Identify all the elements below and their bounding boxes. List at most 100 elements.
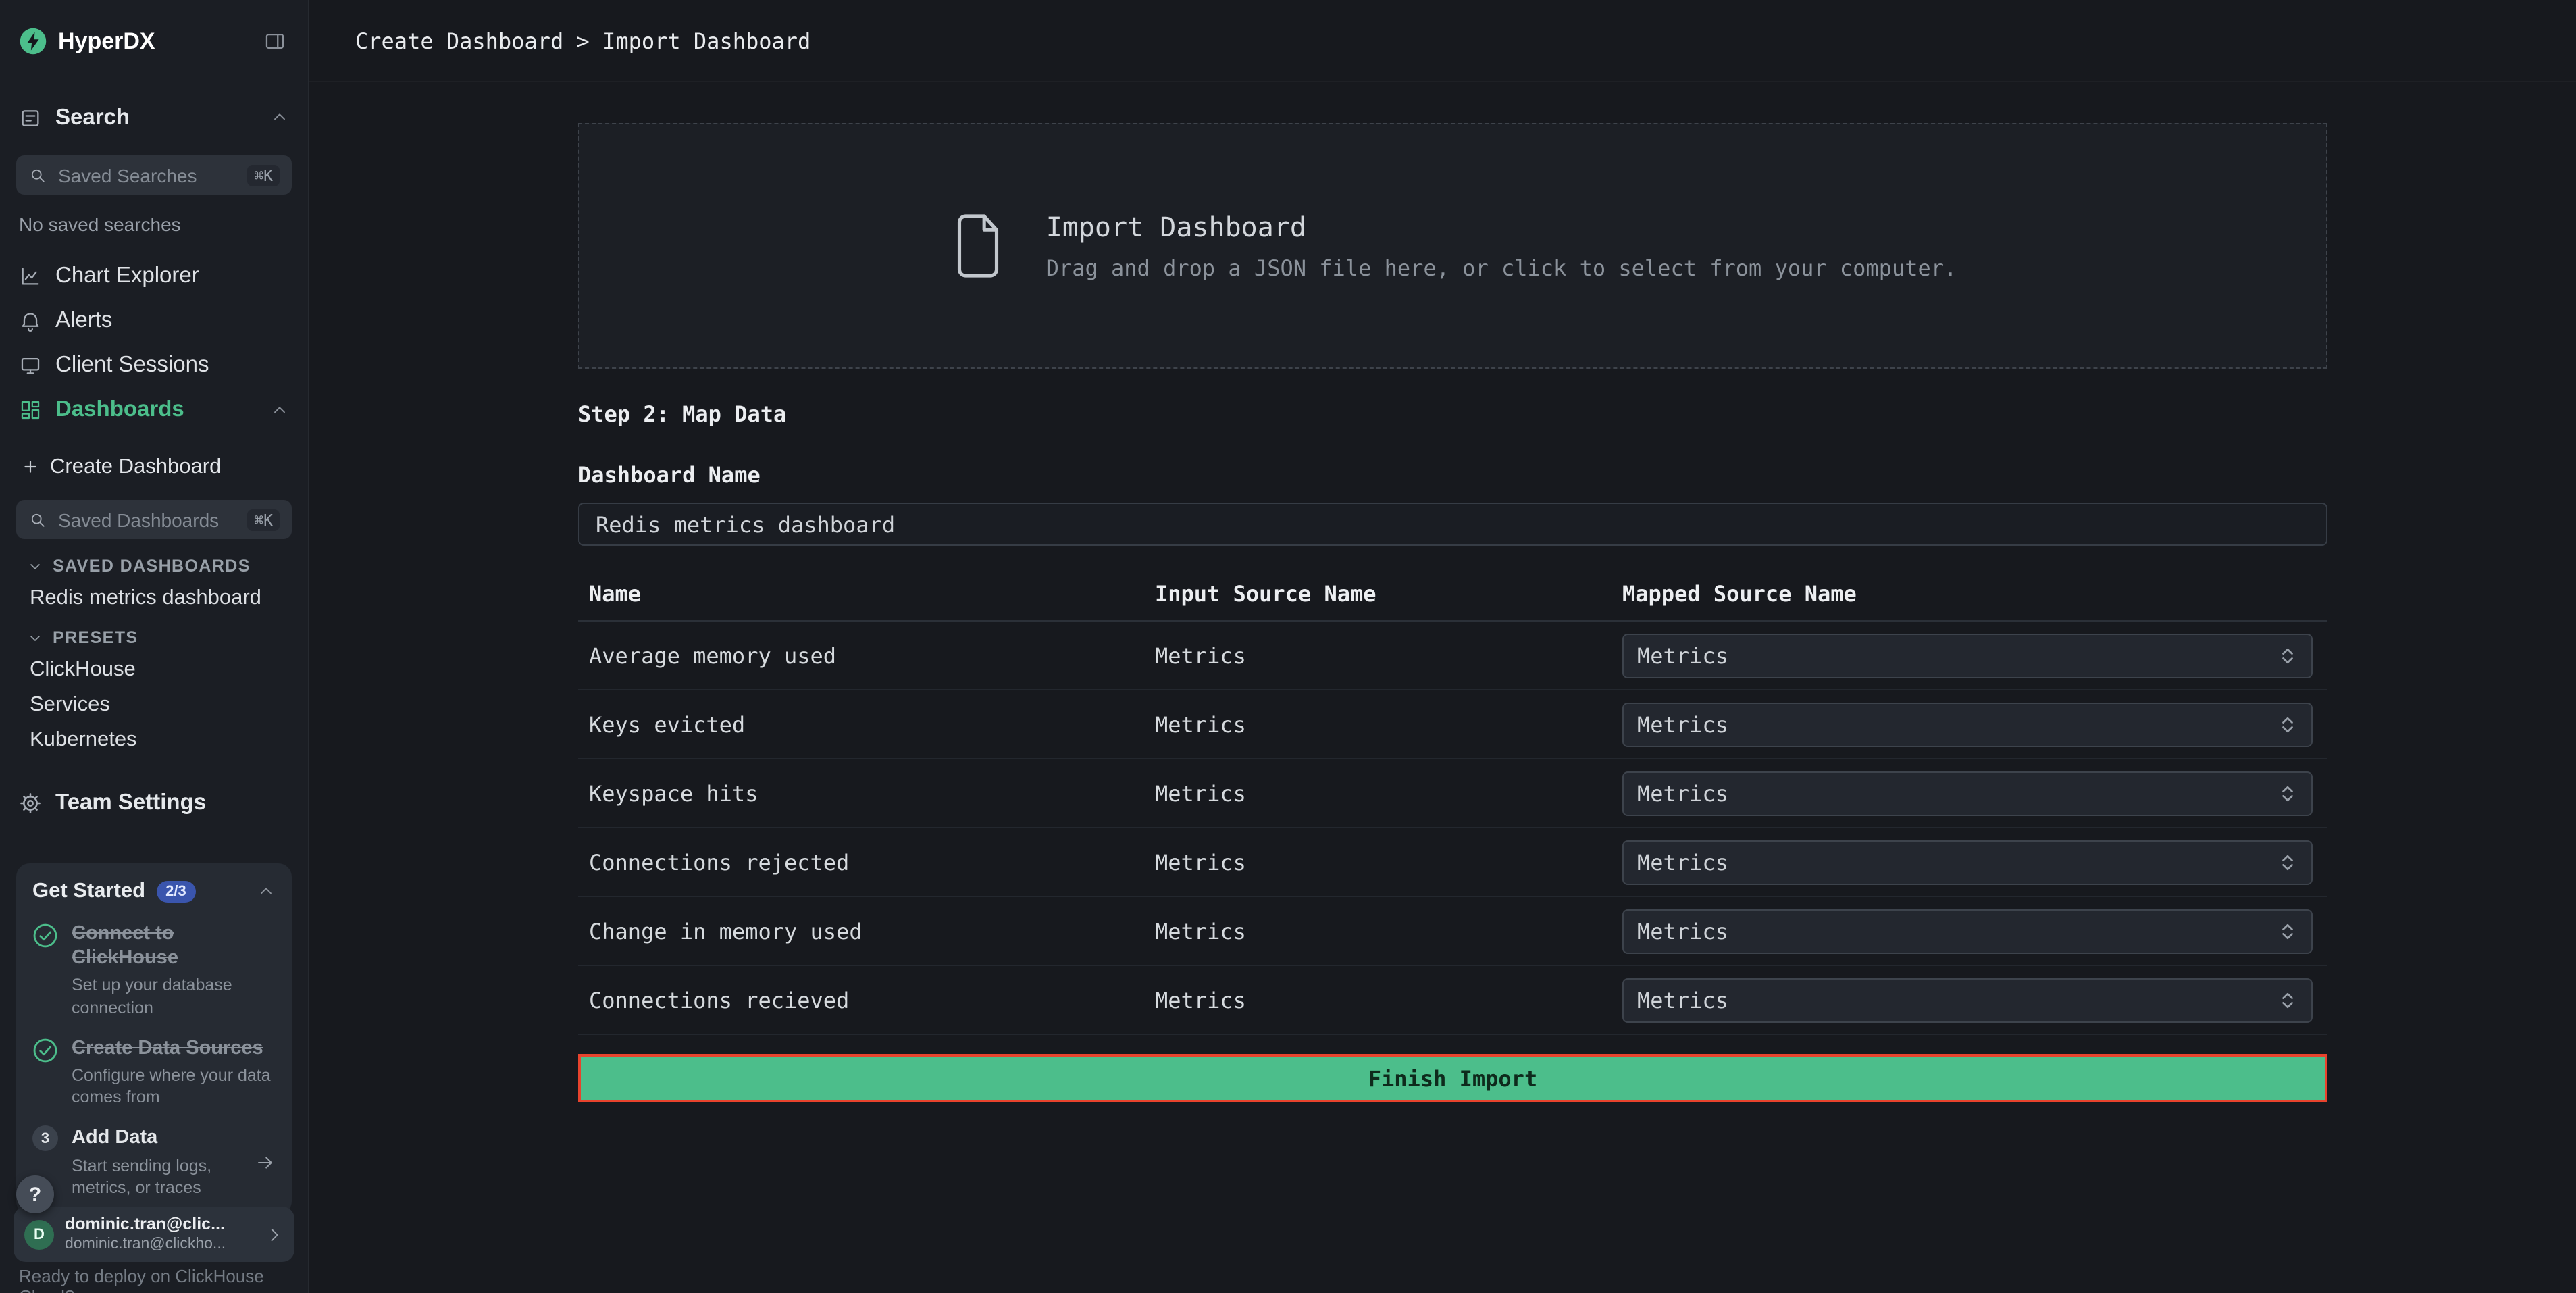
- mapped-source-select[interactable]: Metrics: [1622, 909, 2313, 953]
- row-input-source: Metrics: [1155, 780, 1622, 806]
- presets-header[interactable]: PRESETS: [0, 623, 308, 653]
- mapped-source-select[interactable]: Metrics: [1622, 702, 2313, 746]
- mapped-source-select[interactable]: Metrics: [1622, 771, 2313, 815]
- dropzone-title: Import Dashboard: [1046, 211, 1957, 243]
- finish-import-button[interactable]: Finish Import: [578, 1054, 2327, 1102]
- step-heading: Step 2: Map Data: [578, 401, 2327, 427]
- saved-searches-input[interactable]: Saved Searches ⌘K: [16, 155, 292, 195]
- dashboard-name-label: Dashboard Name: [578, 462, 2327, 488]
- chevron-up-icon: [270, 401, 289, 420]
- row-name: Keys evicted: [589, 711, 1155, 737]
- chart-icon: [19, 265, 42, 288]
- row-name: Keyspace hits: [589, 780, 1155, 806]
- step-title: Connect to ClickHouse: [72, 923, 178, 969]
- check-circle-icon: [32, 1038, 58, 1063]
- sidebar-item-alerts[interactable]: Alerts: [0, 299, 308, 343]
- no-saved-searches-text: No saved searches: [19, 213, 289, 235]
- dashboard-grid-icon: [19, 399, 42, 422]
- sidebar-item-dashboards[interactable]: Dashboards: [0, 388, 308, 432]
- column-header-name: Name: [589, 581, 1155, 607]
- chevron-down-icon: [27, 630, 43, 646]
- preset-item-services[interactable]: Services: [0, 688, 308, 723]
- shortcut-badge: ⌘K: [247, 509, 280, 530]
- row-name: Average memory used: [589, 642, 1155, 668]
- saved-dashboard-item[interactable]: Redis metrics dashboard: [0, 581, 308, 616]
- get-started-step-sources[interactable]: Create Data Sources Configure where your…: [32, 1036, 276, 1109]
- select-arrows-icon: [2277, 645, 2298, 665]
- app-logo[interactable]: HyperDX: [19, 27, 155, 55]
- step-description: Set up your database connection: [72, 975, 276, 1019]
- breadcrumb: Create Dashboard > Import Dashboard: [309, 0, 2576, 82]
- sidebar-item-client-sessions[interactable]: Client Sessions: [0, 343, 308, 388]
- sidebar-nav: Chart Explorer Alerts Client Sessions Da…: [0, 254, 308, 432]
- mapped-source-select[interactable]: Metrics: [1622, 840, 2313, 884]
- selected-option-label: Metrics: [1637, 780, 1728, 806]
- nav-label: Alerts: [55, 308, 112, 334]
- dropzone-subtitle: Drag and drop a JSON file here, or click…: [1046, 255, 1957, 281]
- selected-option-label: Metrics: [1637, 711, 1728, 737]
- saved-dashboards-input[interactable]: Saved Dashboards ⌘K: [16, 500, 292, 539]
- user-menu[interactable]: D dominic.tran@clic... dominic.tran@clic…: [14, 1207, 294, 1262]
- mapped-source-select[interactable]: Metrics: [1622, 633, 2313, 678]
- table-row: Connections recieved Metrics Metrics: [578, 966, 2327, 1035]
- table-row: Keys evicted Metrics Metrics: [578, 690, 2327, 759]
- table-row: Average memory used Metrics Metrics: [578, 622, 2327, 690]
- get-started-card: Get Started 2/3 Connect to ClickHouse Se…: [16, 863, 292, 1215]
- chevron-up-icon: [270, 108, 289, 127]
- preset-item-kubernetes[interactable]: Kubernetes: [0, 723, 308, 758]
- select-arrows-icon: [2277, 990, 2298, 1010]
- mapping-table: Name Input Source Name Mapped Source Nam…: [578, 567, 2327, 1035]
- row-input-source: Metrics: [1155, 987, 1622, 1013]
- main-area: Create Dashboard > Import Dashboard Impo…: [309, 0, 2576, 1293]
- create-dashboard-button[interactable]: Create Dashboard: [0, 445, 308, 489]
- table-header: Name Input Source Name Mapped Source Nam…: [578, 567, 2327, 622]
- row-name: Change in memory used: [589, 918, 1155, 944]
- row-input-source: Metrics: [1155, 711, 1622, 737]
- dashboard-name-input[interactable]: Redis metrics dashboard: [578, 503, 2327, 546]
- team-settings-label: Team Settings: [55, 790, 206, 815]
- selected-option-label: Metrics: [1637, 987, 1728, 1013]
- sidebar-header: HyperDX: [0, 0, 308, 82]
- saved-dashboards-header-label: SAVED DASHBOARDS: [53, 557, 251, 576]
- arrow-right-icon: [255, 1152, 276, 1172]
- collapse-sidebar-icon[interactable]: [261, 27, 289, 55]
- select-arrows-icon: [2277, 921, 2298, 941]
- step-title: Add Data: [72, 1127, 157, 1149]
- sidebar-item-chart-explorer[interactable]: Chart Explorer: [0, 254, 308, 299]
- help-button[interactable]: ?: [16, 1175, 54, 1213]
- nav-label: Dashboards: [55, 397, 184, 423]
- plus-icon: [22, 458, 39, 476]
- progress-badge: 2/3: [156, 881, 196, 903]
- select-arrows-icon: [2277, 852, 2298, 872]
- table-row: Keyspace hits Metrics Metrics: [578, 759, 2327, 828]
- search-section-icon: [19, 106, 42, 129]
- column-header-mapped-source: Mapped Source Name: [1622, 581, 2327, 607]
- row-name: Connections recieved: [589, 987, 1155, 1013]
- row-name: Connections rejected: [589, 849, 1155, 875]
- file-icon: [949, 209, 1008, 282]
- bell-icon: [19, 309, 42, 332]
- row-input-source: Metrics: [1155, 918, 1622, 944]
- step-number-badge: 3: [32, 1126, 58, 1152]
- preset-item-clickhouse[interactable]: ClickHouse: [0, 653, 308, 688]
- import-dropzone[interactable]: Import Dashboard Drag and drop a JSON fi…: [578, 123, 2327, 369]
- get-started-step-add-data[interactable]: 3 Add Data Start sending logs, metrics, …: [32, 1126, 276, 1198]
- row-input-source: Metrics: [1155, 849, 1622, 875]
- saved-dashboards-header[interactable]: SAVED DASHBOARDS: [0, 551, 308, 581]
- mapped-source-select[interactable]: Metrics: [1622, 978, 2313, 1022]
- hyperdx-logo-icon: [19, 27, 47, 55]
- breadcrumb-text: Create Dashboard > Import Dashboard: [355, 28, 810, 53]
- shortcut-badge: ⌘K: [247, 164, 280, 186]
- chevron-right-icon: [265, 1225, 284, 1244]
- search-icon: [28, 510, 47, 529]
- select-arrows-icon: [2277, 783, 2298, 803]
- get-started-header[interactable]: Get Started 2/3: [32, 880, 276, 904]
- cloud-teaser-text: Ready to deploy on ClickHouse Cloud?: [19, 1266, 276, 1293]
- team-settings-button[interactable]: Team Settings: [0, 776, 308, 830]
- step-description: Configure where your data comes from: [72, 1065, 276, 1109]
- row-input-source: Metrics: [1155, 642, 1622, 668]
- selected-option-label: Metrics: [1637, 918, 1728, 944]
- column-header-input-source: Input Source Name: [1155, 581, 1622, 607]
- get-started-step-connect[interactable]: Connect to ClickHouse Set up your databa…: [32, 921, 276, 1019]
- sidebar-section-search[interactable]: Search: [0, 91, 308, 145]
